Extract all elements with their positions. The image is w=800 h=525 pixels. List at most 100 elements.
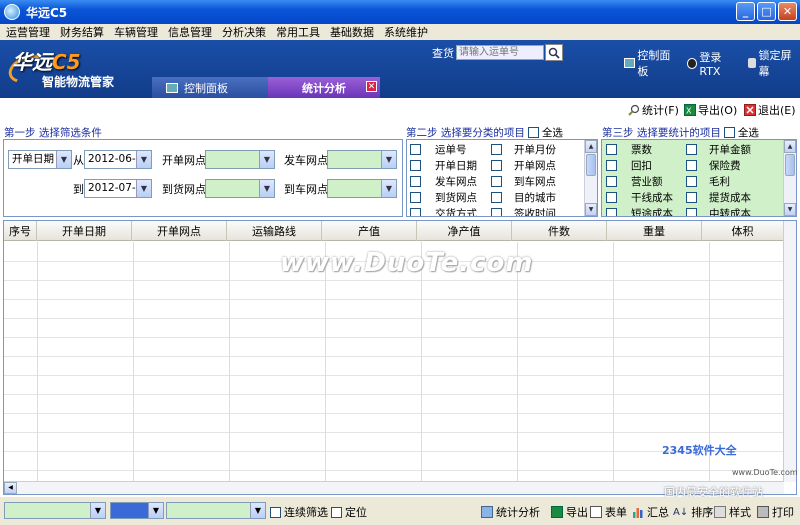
step2-item-waybill[interactable]: 运单号 <box>410 142 467 157</box>
step3-item-insurance[interactable]: 保险费 <box>686 158 741 173</box>
date-from-picker[interactable]: 2012-06-1 ▼ <box>84 150 152 169</box>
date-to-picker[interactable]: 2012-07-1 ▼ <box>84 179 152 198</box>
stat-button[interactable]: 统计(F) <box>628 102 679 118</box>
dest-point-select[interactable]: ▼ <box>205 179 275 198</box>
col-header-output[interactable]: 产值 <box>322 221 417 241</box>
excel-icon: X <box>684 104 696 116</box>
filter-operator-select[interactable]: ▼ <box>110 502 164 519</box>
depart-point-select[interactable]: ▼ <box>327 150 397 169</box>
grid-row-line <box>4 356 784 357</box>
rtx-login-link[interactable]: 登录RTX <box>686 47 740 79</box>
menu-item-base-data[interactable]: 基础数据 <box>330 24 374 40</box>
date-type-select[interactable]: 开单日期 ▼ <box>8 150 72 169</box>
step2-item-arrive-point[interactable]: 到车网点 <box>491 174 556 189</box>
grid-row-line <box>4 375 784 376</box>
col-header-seq[interactable]: 序号 <box>4 221 37 241</box>
step2-item-open-month[interactable]: 开单月份 <box>491 142 556 157</box>
menu-item-system[interactable]: 系统维护 <box>384 24 428 40</box>
step2-item-dest-city[interactable]: 目的城市 <box>491 190 556 205</box>
step2-scrollbar[interactable]: ▲ ▼ <box>584 140 597 216</box>
minimize-button[interactable]: _ <box>736 2 755 21</box>
control-panel-link[interactable]: 控制面板 <box>624 47 679 79</box>
maximize-button[interactable]: □ <box>757 2 776 21</box>
grid-vertical-scrollbar[interactable] <box>783 221 796 482</box>
table-button[interactable]: 表单 <box>590 504 627 520</box>
window-title: 华远C5 <box>26 5 68 20</box>
step3-item-rebate[interactable]: 回扣 <box>606 158 652 173</box>
export-button[interactable]: X 导出(O) <box>684 102 737 118</box>
filter-value-select[interactable]: ▼ <box>166 502 266 519</box>
print-button[interactable]: 打印 <box>757 504 794 520</box>
step3-item-transfer-cost[interactable]: 中转成本 <box>686 206 751 216</box>
continuous-filter-checkbox[interactable] <box>270 506 281 518</box>
exit-button[interactable]: 退出(E) <box>744 102 796 118</box>
menu-item-info[interactable]: 信息管理 <box>168 24 212 40</box>
step3-item-trunk-cost[interactable]: 干线成本 <box>606 190 673 205</box>
watermark-site: 2345软件大全 <box>662 444 737 457</box>
col-header-route[interactable]: 运输路线 <box>227 221 322 241</box>
step3-select-all-checkbox[interactable] <box>723 127 735 138</box>
bar-chart-icon <box>633 508 643 518</box>
status-bar: ▼ ▼ ▼ 连续筛选 定位 统计分析 导出 表单 汇总 A↓ 排序 样式 打印 <box>0 497 800 525</box>
sort-button[interactable]: A↓ 排序 <box>673 504 713 520</box>
step3-item-open-amount[interactable]: 开单金额 <box>686 142 751 157</box>
menu-item-vehicles[interactable]: 车辆管理 <box>114 24 158 40</box>
menu-item-analysis[interactable]: 分析决策 <box>222 24 266 40</box>
step3-item-pickup-cost[interactable]: 提货成本 <box>686 190 751 205</box>
col-header-volume[interactable]: 体积 <box>702 221 784 241</box>
grid-row-line <box>4 470 784 471</box>
step2-item-dest-point[interactable]: 到货网点 <box>410 190 477 205</box>
col-header-weight[interactable]: 重量 <box>607 221 702 241</box>
chevron-down-icon: ▼ <box>250 503 265 518</box>
step3-item-gross-profit[interactable]: 毛利 <box>686 174 730 189</box>
step2-select-all-checkbox[interactable] <box>527 127 539 138</box>
open-point-select[interactable]: ▼ <box>205 150 275 169</box>
grid-row-line <box>4 280 784 281</box>
filter-field-select[interactable]: ▼ <box>4 502 106 519</box>
step3-item-ticket-count[interactable]: 票数 <box>606 142 652 157</box>
chevron-down-icon: ▼ <box>259 180 274 197</box>
search-button[interactable] <box>545 44 563 61</box>
continuous-filter-toggle[interactable]: 连续筛选 <box>270 504 328 520</box>
step1-panel: 开单日期 ▼ 从 2012-06-1 ▼ 到 2012-07-1 ▼ 开单网点 ▼ 到… <box>3 139 403 217</box>
step3-item-short-cost[interactable]: 短途成本 <box>606 206 673 216</box>
step2-panel: 运单号 开单日期 发车网点 到货网点 交货方式 开单月份 开单网点 到车网点 目… <box>406 139 598 217</box>
watermark-url: www.DuoTe.com <box>732 468 798 477</box>
menu-item-tools[interactable]: 常用工具 <box>276 24 320 40</box>
waybill-search-input[interactable] <box>456 45 544 60</box>
locate-checkbox[interactable] <box>331 506 342 518</box>
tab-close-icon[interactable]: ✕ <box>366 81 377 92</box>
lock-screen-link[interactable]: 锁定屏幕 <box>747 47 800 79</box>
step2-item-open-point[interactable]: 开单网点 <box>491 158 556 173</box>
brand-code: C5 <box>52 50 81 74</box>
menu-item-operations[interactable]: 运营管理 <box>6 24 50 40</box>
step3-panel: 票数 回扣 营业额 干线成本 短途成本 开单金额 保险费 毛利 提货成本 中转成… <box>601 139 797 217</box>
stat-analysis-button[interactable]: 统计分析 <box>481 504 540 520</box>
menu-item-finance[interactable]: 财务结算 <box>60 24 104 40</box>
step2-item-sign-time[interactable]: 签收时间 <box>491 206 556 216</box>
step2-item-depart-point[interactable]: 发车网点 <box>410 174 477 189</box>
locate-toggle[interactable]: 定位 <box>331 504 367 520</box>
step2-item-delivery-mode[interactable]: 交货方式 <box>410 206 477 216</box>
chevron-down-icon: ▼ <box>381 151 396 168</box>
col-header-net-output[interactable]: 净产值 <box>417 221 512 241</box>
summary-button[interactable]: 汇总 <box>632 504 669 520</box>
step3-scrollbar[interactable]: ▲ ▼ <box>783 140 796 216</box>
tab-statistics[interactable]: 统计分析 ✕ <box>268 77 380 98</box>
chevron-down-icon: ▼ <box>259 151 274 168</box>
chevron-down-icon: ▼ <box>136 180 151 197</box>
step3-item-revenue[interactable]: 营业额 <box>606 174 663 189</box>
col-header-open-date[interactable]: 开单日期 <box>37 221 132 241</box>
step2-title: 第二步 选择要分类的项目 全选 <box>406 127 563 139</box>
style-button[interactable]: 样式 <box>714 504 751 520</box>
col-header-pieces[interactable]: 件数 <box>512 221 607 241</box>
col-header-open-point[interactable]: 开单网点 <box>132 221 227 241</box>
close-button[interactable]: ✕ <box>778 2 797 21</box>
arrive-point-select[interactable]: ▼ <box>327 179 397 198</box>
scroll-left-icon[interactable]: ◀ <box>4 482 17 494</box>
grid-row-line <box>4 394 784 395</box>
arrive-point-label: 到车网点 <box>284 183 328 196</box>
step2-item-open-date[interactable]: 开单日期 <box>410 158 477 173</box>
tab-control-panel[interactable]: 控制面板 <box>152 77 268 98</box>
footer-export-button[interactable]: 导出 <box>551 504 588 520</box>
